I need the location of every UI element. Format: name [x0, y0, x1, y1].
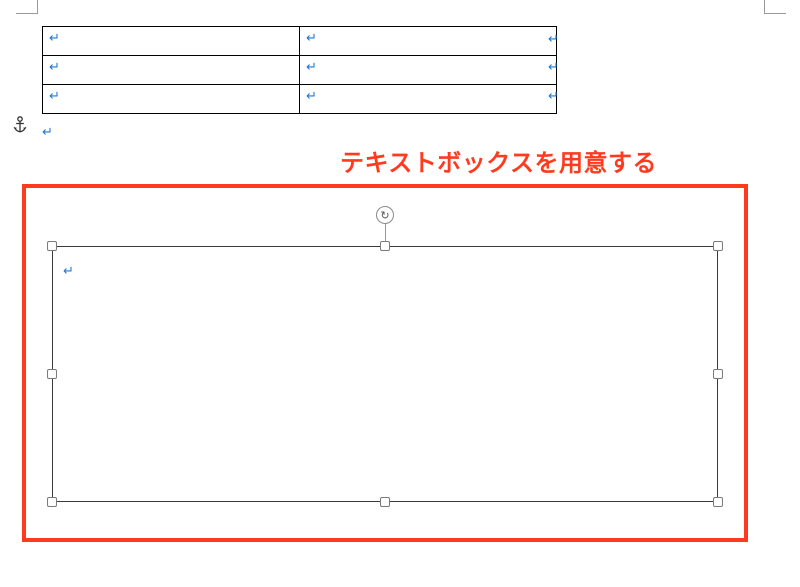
textbox-shape[interactable]: ↵ ↻ [52, 246, 718, 502]
paragraph-mark-icon: ↵ [49, 30, 60, 45]
crop-mark-top-left [16, 0, 38, 14]
resize-handle-middle-right[interactable] [713, 369, 723, 379]
resize-handle-bottom-middle[interactable] [380, 497, 390, 507]
table-cell[interactable]: ↵ [43, 56, 300, 85]
table-cell[interactable]: ↵ [43, 85, 300, 114]
anchor-icon [13, 116, 27, 134]
resize-handle-top-right[interactable] [713, 241, 723, 251]
paragraph-mark-icon: ↵ [42, 124, 53, 140]
rotation-connector [385, 224, 386, 242]
table-cell[interactable]: ↵ [43, 27, 300, 56]
annotation-label: テキストボックスを用意する [340, 143, 657, 178]
row-end-mark-icon: ↵ [548, 31, 559, 47]
table-row[interactable]: ↵ ↵ [43, 56, 557, 85]
table-cell[interactable]: ↵ [300, 27, 557, 56]
paragraph-mark-icon: ↵ [49, 59, 60, 74]
table-cell[interactable]: ↵ [300, 85, 557, 114]
table-cell[interactable]: ↵ [300, 56, 557, 85]
paragraph-mark-icon: ↵ [63, 263, 74, 279]
crop-mark-top-right [764, 0, 786, 14]
word-table[interactable]: ↵ ↵ ↵ ↵ ↵ ↵ [42, 26, 557, 114]
table-row[interactable]: ↵ ↵ [43, 27, 557, 56]
row-end-mark-icon: ↵ [548, 88, 559, 104]
rotation-handle[interactable]: ↻ [376, 206, 394, 224]
resize-handle-top-middle[interactable] [380, 241, 390, 251]
paragraph-mark-icon: ↵ [306, 30, 317, 45]
paragraph-mark-icon: ↵ [306, 88, 317, 103]
resize-handle-top-left[interactable] [47, 241, 57, 251]
resize-handle-bottom-left[interactable] [47, 497, 57, 507]
resize-handle-middle-left[interactable] [47, 369, 57, 379]
table-row[interactable]: ↵ ↵ [43, 85, 557, 114]
textbox-body[interactable]: ↵ [52, 246, 718, 502]
row-end-mark-icon: ↵ [548, 59, 559, 75]
paragraph-mark-icon: ↵ [49, 88, 60, 103]
resize-handle-bottom-right[interactable] [713, 497, 723, 507]
paragraph-mark-icon: ↵ [306, 59, 317, 74]
